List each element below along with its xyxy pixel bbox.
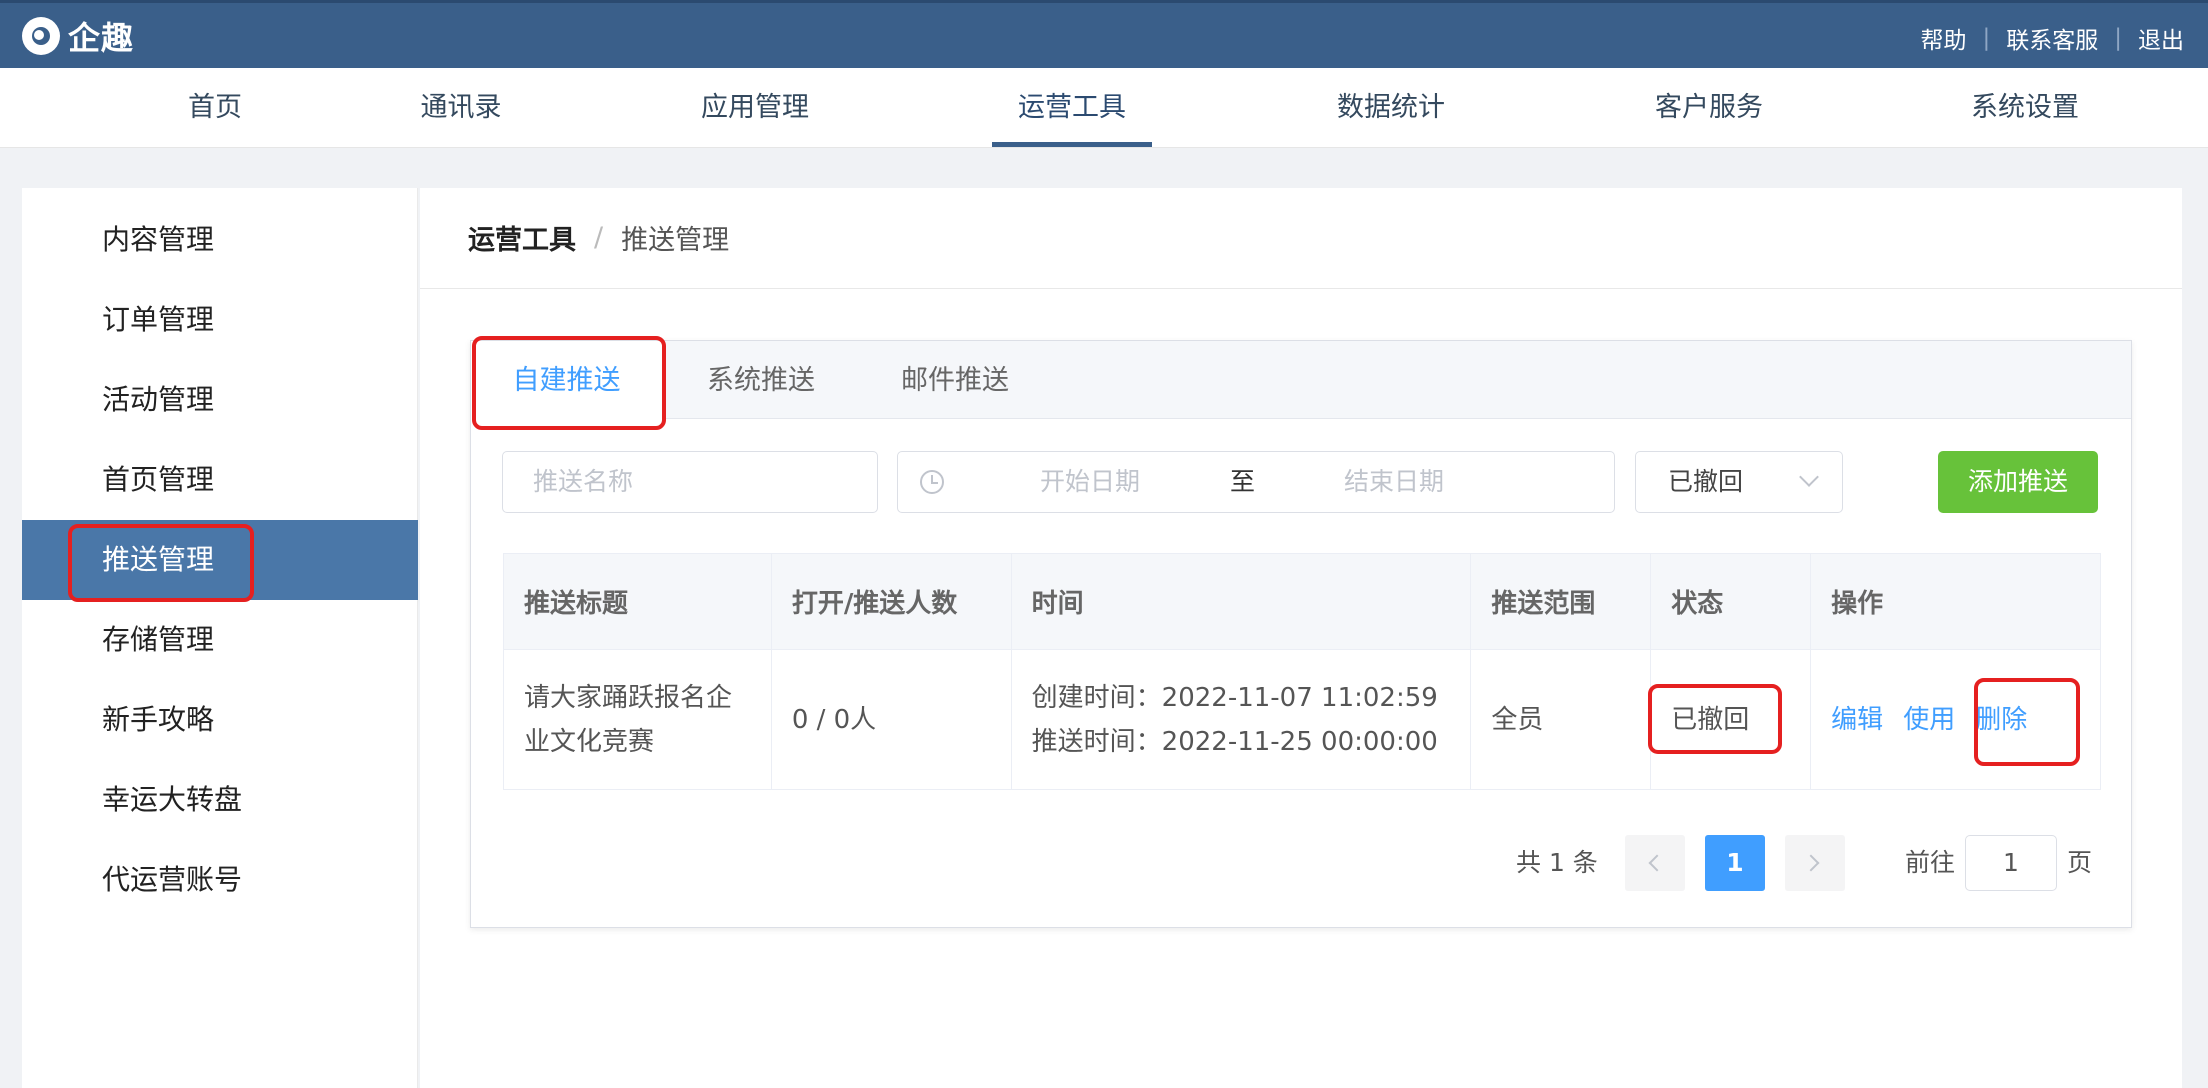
clock-icon (920, 470, 944, 494)
column-header: 状态 (1650, 553, 1812, 650)
time-cell: 创建时间：2022-11-07 11:02:59 推送时间：2022-11-25… (1010, 649, 1472, 790)
edit-link[interactable]: 编辑 (1831, 705, 1883, 735)
nav-customer-service[interactable]: 客户服务 (1624, 68, 1794, 148)
nav-app-management[interactable]: 应用管理 (670, 68, 840, 148)
push-table: 推送标题 打开/推送人数 时间 推送范围 状态 操作 请大家踊跃报名企业文化竞赛… (503, 553, 2101, 790)
use-link[interactable]: 使用 (1903, 705, 1955, 735)
table-row: 请大家踊跃报名企业文化竞赛 0 / 0人 创建时间：2022-11-07 11:… (503, 649, 2101, 790)
sidebar-item-agent-account[interactable]: 代运营账号 (22, 840, 418, 920)
help-link[interactable]: 帮助 (1921, 21, 1967, 55)
column-header: 操作 (1810, 553, 2101, 650)
table-header-row: 推送标题 打开/推送人数 时间 推送范围 状态 操作 (503, 553, 2101, 650)
nav-active-indicator (992, 142, 1152, 147)
next-page-button[interactable] (1785, 835, 1845, 891)
page-number-current[interactable]: 1 (1705, 835, 1765, 891)
created-time: 创建时间：2022-11-07 11:02:59 (1031, 682, 1438, 713)
app-logo[interactable]: 企趣 (22, 15, 134, 57)
status-cell: 已撤回 (1650, 649, 1812, 790)
tab-system-push[interactable]: 系统推送 (663, 341, 859, 419)
main-content: 运营工具 / 推送管理 自建推送 系统推送 邮件推送 推送名称 开始日期 至 结… (420, 188, 2182, 1088)
logout-link[interactable]: 退出 (2138, 21, 2184, 55)
main-nav: 首页 通讯录 应用管理 运营工具 数据统计 客户服务 系统设置 (0, 68, 2208, 148)
chevron-left-icon (1648, 854, 1666, 872)
column-header: 时间 (1010, 553, 1472, 650)
nav-data-statistics[interactable]: 数据统计 (1306, 68, 1476, 148)
goto-label: 前往 (1905, 848, 1956, 877)
push-name-placeholder: 推送名称 (533, 467, 634, 496)
divider (420, 288, 2182, 289)
column-header: 打开/推送人数 (770, 553, 1012, 650)
tab-email-push[interactable]: 邮件推送 (859, 341, 1051, 419)
nav-home[interactable]: 首页 (150, 68, 280, 148)
sidebar-item-orders[interactable]: 订单管理 (22, 280, 418, 360)
push-card: 自建推送 系统推送 邮件推送 推送名称 开始日期 至 结束日期 已撤回 添加推送 (470, 340, 2132, 928)
sidebar-item-push[interactable]: 推送管理 (22, 520, 418, 600)
open-count-cell: 0 / 0人 (770, 649, 1012, 790)
logo-icon (22, 17, 60, 55)
breadcrumb: 运营工具 / 推送管理 (468, 218, 729, 257)
prev-page-button[interactable] (1625, 835, 1685, 891)
push-title-cell: 请大家踊跃报名企业文化竞赛 (503, 649, 772, 790)
top-link-separator: | (2114, 25, 2122, 51)
push-time: 推送时间：2022-11-25 00:00:00 (1031, 726, 1438, 757)
sidebar-item-activities[interactable]: 活动管理 (22, 360, 418, 440)
column-header: 推送标题 (503, 553, 772, 650)
breadcrumb-parent[interactable]: 运营工具 (468, 218, 576, 257)
page-unit-label: 页 (2067, 848, 2093, 877)
sidebar-item-lucky-wheel[interactable]: 幸运大转盘 (22, 760, 418, 840)
add-push-button[interactable]: 添加推送 (1938, 451, 2098, 513)
breadcrumb-separator: / (594, 222, 604, 253)
logo-text: 企趣 (68, 19, 135, 57)
sidebar-item-homepage[interactable]: 首页管理 (22, 440, 418, 520)
tab-custom-push[interactable]: 自建推送 (471, 341, 663, 420)
sidebar: 内容管理 订单管理 活动管理 首页管理 推送管理 存储管理 新手攻略 幸运大转盘… (22, 188, 418, 1088)
push-name-input[interactable]: 推送名称 (502, 451, 878, 513)
top-bar: 企趣 帮助 | 联系客服 | 退出 (0, 0, 2208, 68)
top-links: 帮助 | 联系客服 | 退出 (1921, 21, 2185, 55)
breadcrumb-current: 推送管理 (621, 225, 730, 256)
date-range-separator: 至 (1230, 467, 1256, 496)
column-header: 推送范围 (1470, 553, 1652, 650)
goto-page-input[interactable]: 1 (1965, 835, 2057, 891)
status-text: 已撤回 (1671, 704, 1750, 735)
total-count: 共 1 条 (1516, 848, 1598, 877)
actions-cell: 编辑 使用 删除 (1810, 649, 2101, 790)
status-select[interactable]: 已撤回 (1635, 451, 1843, 513)
delete-link[interactable]: 删除 (1975, 705, 2027, 735)
top-link-separator: | (1982, 25, 1991, 51)
chevron-right-icon (1802, 854, 1820, 872)
end-date-placeholder[interactable]: 结束日期 (1344, 452, 1444, 512)
sidebar-item-content[interactable]: 内容管理 (22, 200, 418, 280)
date-range-picker[interactable]: 开始日期 至 结束日期 (897, 451, 1615, 513)
nav-contacts[interactable]: 通讯录 (396, 68, 526, 148)
start-date-placeholder[interactable]: 开始日期 (1040, 452, 1140, 512)
pagination: 共 1 条 1 前往 1 页 (471, 835, 2131, 891)
contact-support-link[interactable]: 联系客服 (2006, 21, 2098, 55)
tab-bar: 自建推送 系统推送 邮件推送 (471, 341, 2131, 420)
sidebar-item-guide[interactable]: 新手攻略 (22, 680, 418, 760)
sidebar-item-storage[interactable]: 存储管理 (22, 600, 418, 680)
nav-system-settings[interactable]: 系统设置 (1940, 68, 2110, 148)
nav-operation-tools[interactable]: 运营工具 (992, 68, 1152, 148)
status-select-value: 已撤回 (1668, 467, 1744, 496)
scope-cell: 全员 (1470, 649, 1652, 790)
chevron-down-icon (1799, 467, 1819, 487)
